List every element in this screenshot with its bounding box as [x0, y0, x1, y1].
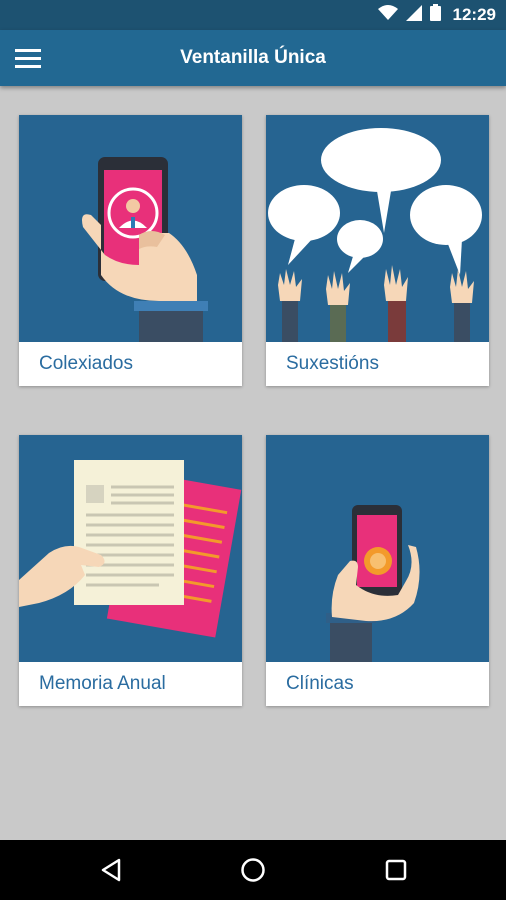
status-bar: 12:29 [0, 0, 506, 30]
app-bar: Ventanilla Única [0, 30, 506, 86]
hand-holding-documents-icon [19, 435, 242, 662]
tile-label-clinicas: Clínicas [286, 673, 354, 694]
tile-colexiados[interactable]: Colexiados [19, 115, 242, 386]
speech-bubbles-raised-hands-icon [266, 115, 489, 342]
status-icons: 12:29 [377, 0, 496, 30]
navigation-bar [0, 840, 506, 900]
cellular-signal-icon [405, 4, 422, 26]
tile-label-memoria-anual: Memoria Anual [39, 673, 166, 694]
hand-holding-phone-touch-icon [266, 435, 489, 662]
tile-clinicas[interactable]: Clínicas [266, 435, 489, 706]
tile-label-suxestions: Suxestións [286, 353, 379, 374]
recents-button[interactable] [366, 840, 426, 900]
home-button[interactable] [223, 840, 283, 900]
battery-icon [429, 4, 441, 26]
hand-holding-phone-doctor-icon [19, 115, 242, 342]
tile-label-colexiados: Colexiados [39, 353, 133, 374]
app-title: Ventanilla Única [180, 47, 326, 68]
wifi-icon [377, 4, 398, 26]
recents-icon [385, 859, 407, 881]
tile-memoria-anual[interactable]: Memoria Anual [19, 435, 242, 706]
tiles-grid: Colexiados Suxestións Memoria Anual Clín… [19, 115, 489, 706]
home-icon [241, 858, 265, 882]
back-button[interactable] [81, 840, 141, 900]
tile-suxestions[interactable]: Suxestións [266, 115, 489, 386]
back-icon [101, 858, 121, 882]
status-time: 12:29 [452, 5, 496, 24]
